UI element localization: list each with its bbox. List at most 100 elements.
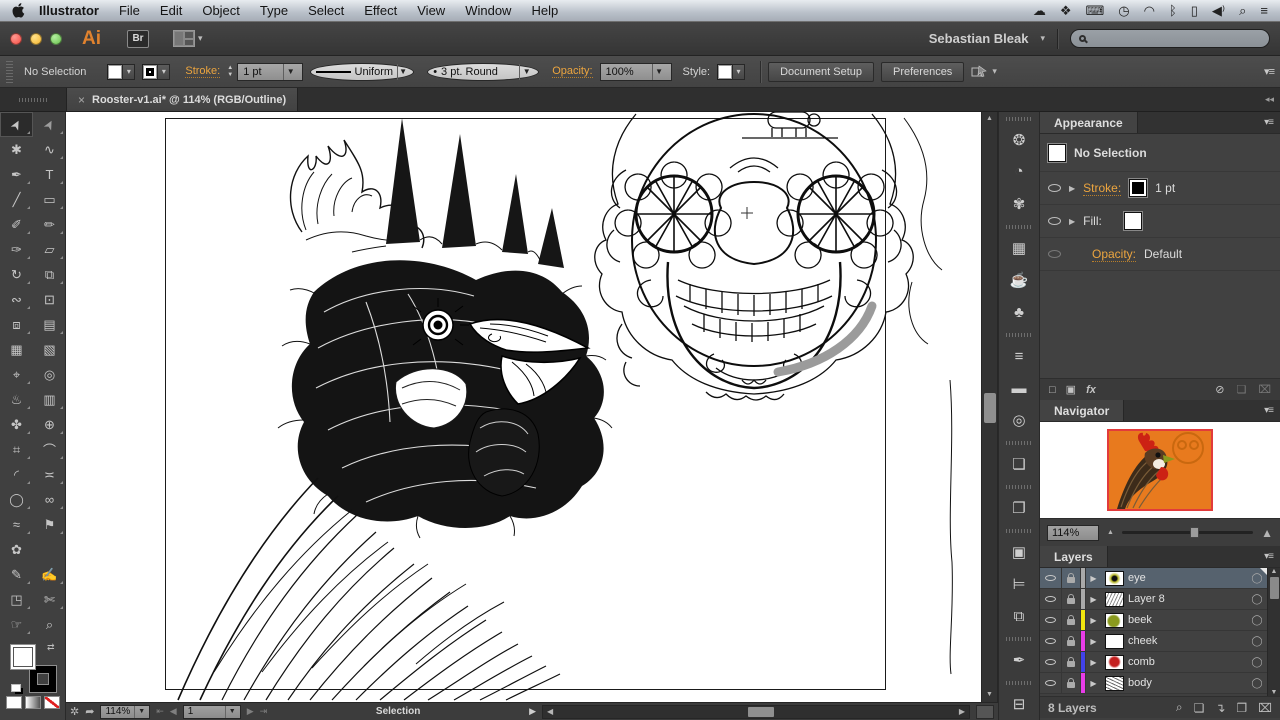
opacity-panel-link[interactable]: Opacity:	[552, 65, 592, 78]
expand-triangle-icon[interactable]: ▶	[1086, 673, 1101, 693]
navigator-preview[interactable]	[1040, 422, 1280, 518]
scroll-down-icon[interactable]: ▼	[982, 688, 997, 702]
stroke-panel-link[interactable]: Stroke:	[185, 65, 220, 78]
eraser-tool[interactable]: ▱	[33, 237, 66, 262]
layers-scrollbar[interactable]: ▲ ▼	[1267, 568, 1280, 696]
mesh-tool[interactable]: ▦	[0, 337, 33, 362]
status-display[interactable]: Selection	[273, 706, 523, 717]
select-similar-button[interactable]: ▾	[971, 64, 997, 79]
selection-tool[interactable]: ➤	[0, 112, 33, 137]
tab-layers[interactable]: Layers	[1040, 546, 1108, 567]
shape-builder-tool[interactable]: ⧈	[0, 312, 33, 337]
menu-edit[interactable]: Edit	[150, 3, 192, 18]
detail-pen-tool[interactable]: ✍	[33, 562, 66, 587]
pencil-tool[interactable]: ✏	[33, 212, 66, 237]
navigator-proxy-view[interactable]	[1107, 429, 1213, 511]
delete-layer-icon[interactable]: ⌧	[1258, 701, 1272, 715]
vertical-scroll-thumb[interactable]	[984, 393, 996, 423]
zoom-in-mountain-icon[interactable]: ▲	[1261, 526, 1273, 540]
layers-panel-menu-icon[interactable]: ▾≡	[1264, 546, 1280, 567]
apple-menu[interactable]	[12, 3, 25, 18]
minimize-window-button[interactable]	[30, 33, 42, 45]
layer-thumbnail[interactable]	[1105, 634, 1124, 649]
tab-appearance[interactable]: Appearance	[1040, 112, 1138, 133]
menu-help[interactable]: Help	[521, 3, 568, 18]
vertical-scrollbar[interactable]: ▲ ▼	[981, 112, 998, 702]
new-layer-icon[interactable]: ❐	[1236, 701, 1247, 715]
zoom-tool[interactable]: ⌕	[33, 612, 66, 637]
visibility-eye-icon[interactable]	[1048, 217, 1061, 225]
edit-colors-icon[interactable]: ✾	[999, 188, 1039, 220]
dropbox-icon[interactable]: ❖	[1060, 3, 1072, 19]
resize-corner[interactable]	[976, 705, 994, 719]
layer-visibility-toggle[interactable]	[1040, 631, 1062, 651]
free-transform-tool[interactable]: ⊡	[33, 287, 66, 312]
menu-effect[interactable]: Effect	[354, 3, 407, 18]
gradient-tool[interactable]: ▧	[33, 337, 66, 362]
scroll-right-icon[interactable]: ▶	[955, 707, 969, 716]
toolbar-grip[interactable]	[0, 88, 66, 111]
color-button[interactable]	[6, 696, 22, 709]
style-dropdown[interactable]: ▾	[732, 64, 745, 80]
menu-illustrator[interactable]: Illustrator	[25, 3, 109, 18]
layer-target-icon[interactable]: ◯	[1247, 652, 1267, 672]
quill-panel-icon[interactable]: ✒	[999, 644, 1039, 676]
arrange-documents-button[interactable]: ▾	[173, 30, 203, 47]
spotlight-icon[interactable]: ⌕	[1239, 3, 1246, 19]
scroll-up-icon[interactable]: ▲	[982, 112, 997, 126]
menu-view[interactable]: View	[407, 3, 455, 18]
menu-type[interactable]: Type	[250, 3, 298, 18]
pen-tool[interactable]: ✒	[0, 162, 33, 187]
layer-lock-toggle[interactable]	[1062, 631, 1081, 651]
fill-proxy[interactable]	[10, 644, 36, 670]
dock-collapse-icon[interactable]: ◂◂	[1265, 88, 1280, 111]
none-button[interactable]	[44, 696, 60, 709]
symbols-icon[interactable]: ♣	[999, 296, 1039, 328]
line-segment-tool[interactable]: ╱	[0, 187, 33, 212]
appearance-panel-menu-icon[interactable]: ▾≡	[1264, 112, 1280, 133]
swatches-icon[interactable]: ▦	[999, 232, 1039, 264]
panel-grip[interactable]	[6, 61, 13, 83]
layer-lock-toggle[interactable]	[1062, 568, 1081, 588]
preferences-button[interactable]: Preferences	[881, 62, 964, 82]
new-fill-icon[interactable]: ▣	[1066, 383, 1076, 396]
duplicate-item-icon[interactable]: ❏	[1236, 383, 1246, 396]
symbol-library-icon[interactable]: ⊟	[999, 688, 1039, 720]
zoom-out-mountain-icon[interactable]: ▲	[1107, 529, 1114, 536]
live-paint-selection-tool[interactable]: ⊕	[33, 412, 66, 437]
scroll-down-icon[interactable]: ▼	[1271, 689, 1278, 696]
appearance-opacity-row[interactable]: Opacity: Default	[1040, 238, 1280, 271]
layer-name[interactable]: Layer 8	[1128, 589, 1247, 609]
color-panel-icon[interactable]: ❂	[999, 124, 1039, 156]
expand-triangle-icon[interactable]: ▶	[1086, 568, 1101, 588]
anchor-point-tool[interactable]: ⌒	[33, 437, 66, 462]
search-input[interactable]	[1070, 29, 1270, 48]
menu-window[interactable]: Window	[455, 3, 521, 18]
expand-triangle-icon[interactable]: ▶	[1086, 652, 1101, 672]
blend-tool[interactable]: ◎	[33, 362, 66, 387]
notification-list-icon[interactable]: ≡	[1260, 3, 1268, 18]
time-machine-icon[interactable]: ◷	[1118, 3, 1129, 19]
brushes-icon[interactable]: ☕	[999, 264, 1039, 296]
zoom-slider-thumb[interactable]	[1190, 527, 1199, 538]
next-artboard-button[interactable]: ▶	[247, 706, 254, 717]
last-artboard-button[interactable]: ⇥	[260, 706, 268, 717]
graphic-styles-icon[interactable]: ❏	[999, 448, 1039, 480]
column-graph-tool[interactable]: ▥	[33, 387, 66, 412]
layer-thumbnail[interactable]	[1105, 592, 1124, 607]
measure-tool[interactable]: ≍	[33, 462, 66, 487]
layer-row[interactable]: ▶ cheek ◯	[1040, 631, 1267, 652]
menu-object[interactable]: Object	[192, 3, 250, 18]
rotate-tool[interactable]: ↻	[0, 262, 33, 287]
lasso-tool[interactable]: ∿	[33, 137, 66, 162]
bluetooth-icon[interactable]: ᛒ	[1169, 3, 1177, 18]
layer-name[interactable]: comb	[1128, 652, 1247, 672]
clear-appearance-icon[interactable]: ⊘	[1215, 383, 1224, 396]
live-paint-bucket-tool[interactable]: ✤	[0, 412, 33, 437]
pathfinder-icon[interactable]: ⧉	[999, 600, 1039, 632]
fill-color-swatch[interactable]	[1124, 212, 1142, 230]
dock-grip[interactable]	[1006, 485, 1032, 489]
layer-lock-toggle[interactable]	[1062, 589, 1081, 609]
layer-name[interactable]: cheek	[1128, 631, 1247, 651]
layer-name[interactable]: beek	[1128, 610, 1247, 630]
